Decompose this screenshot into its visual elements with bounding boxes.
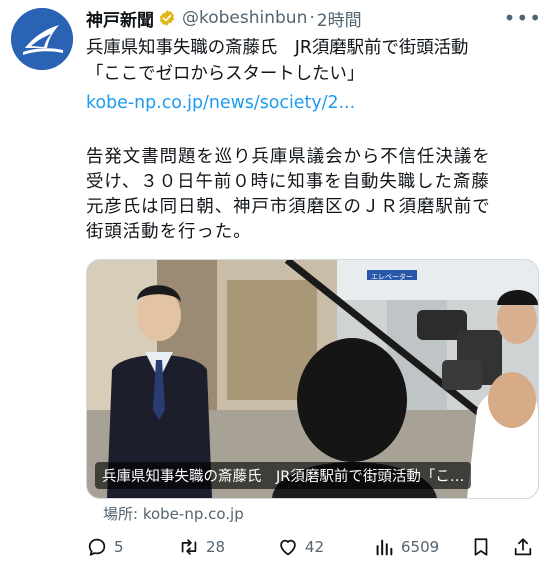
avatar[interactable] bbox=[11, 8, 73, 70]
verified-badge-icon bbox=[159, 10, 175, 26]
body-line: 元彦氏は同日朝、神戸市須磨区のＪＲ須磨駅前で bbox=[86, 197, 491, 217]
media-caption: 兵庫県知事失職の斎藤氏 JR須磨駅前で街頭活動「こ… bbox=[95, 462, 472, 489]
post-headline: 兵庫県知事失職の斎藤氏 JR須磨駅前で街頭活動 「ここでゼロからスタートしたい」 bbox=[86, 35, 536, 87]
views-icon bbox=[376, 539, 393, 556]
views-count: 6509 bbox=[401, 538, 440, 556]
header-separator: · bbox=[309, 8, 315, 28]
kobe-shimbun-logo-icon bbox=[11, 8, 73, 70]
share-icon bbox=[514, 538, 532, 556]
like-count: 42 bbox=[305, 538, 325, 556]
headline-line: 兵庫県知事失職の斎藤氏 JR須磨駅前で街頭活動 bbox=[86, 38, 469, 58]
like-button[interactable]: 42 bbox=[277, 536, 324, 558]
station-sign: エレベーター bbox=[371, 272, 413, 281]
more-icon[interactable]: ••• bbox=[504, 6, 542, 30]
article-link[interactable]: kobe-np.co.jp/news/society/2... bbox=[86, 90, 536, 116]
author-handle[interactable]: @kobeshinbun bbox=[182, 8, 307, 28]
repost-count: 28 bbox=[206, 538, 226, 556]
link-source[interactable]: 場所: kobe-np.co.jp bbox=[103, 503, 244, 524]
like-icon bbox=[280, 539, 296, 556]
bookmark-button[interactable] bbox=[470, 536, 498, 558]
body-line: 街頭活動を行った。 bbox=[86, 222, 252, 242]
action-bar: 5 28 42 6509 bbox=[86, 536, 536, 560]
headline-line: 「ここでゼロからスタートしたい」 bbox=[86, 64, 365, 84]
author-display-name[interactable]: 神戸新聞 bbox=[86, 6, 154, 31]
post-time[interactable]: 2時間 bbox=[317, 6, 362, 31]
share-button[interactable] bbox=[512, 536, 540, 558]
reply-count: 5 bbox=[114, 538, 124, 556]
media-card[interactable]: エレベーター 兵庫県知事失職の斎藤氏 JR須磨駅前で街頭活動「こ… bbox=[86, 259, 539, 499]
post-body: 告発文書問題を巡り兵庫県議会から不信任決議を 受け、３０日午前０時に知事を自動失… bbox=[86, 145, 536, 245]
bookmark-icon bbox=[474, 538, 488, 556]
views-button[interactable]: 6509 bbox=[373, 536, 439, 558]
reply-icon bbox=[88, 538, 106, 556]
reply-button[interactable]: 5 bbox=[86, 536, 124, 558]
post-header: 神戸新聞 @kobeshinbun · 2時間 bbox=[86, 5, 540, 31]
body-line: 受け、３０日午前０時に知事を自動失職した斎藤 bbox=[86, 172, 490, 192]
body-line: 告発文書問題を巡り兵庫県議会から不信任決議を bbox=[86, 147, 491, 167]
repost-button[interactable]: 28 bbox=[178, 536, 225, 558]
repost-icon bbox=[181, 539, 197, 555]
